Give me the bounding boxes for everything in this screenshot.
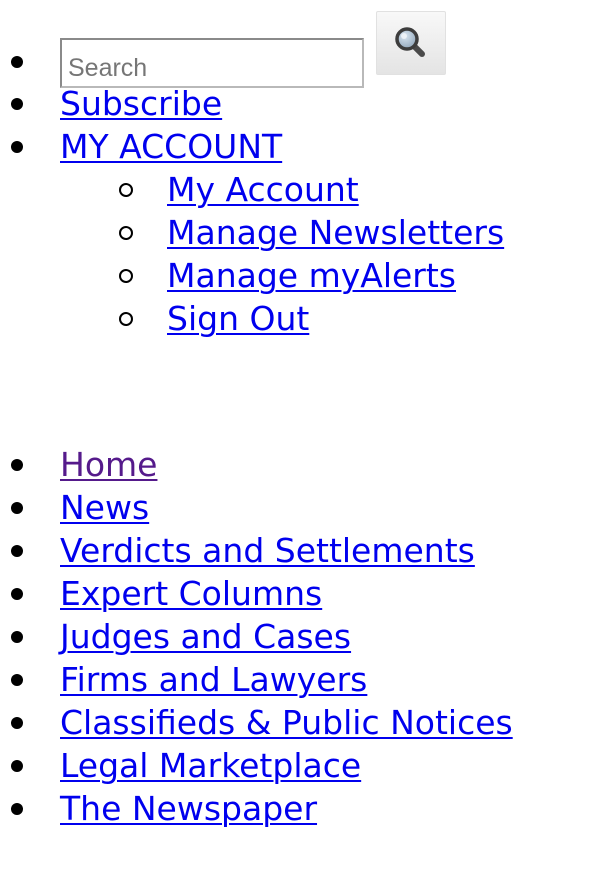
nav-item-news: News — [0, 486, 589, 529]
manage-newsletters-link[interactable]: Manage Newsletters — [167, 213, 504, 252]
nav-item-home: Home — [0, 443, 589, 486]
nav-item-legal-marketplace: Legal Marketplace — [0, 744, 589, 787]
nav-item-judges: Judges and Cases — [0, 615, 589, 658]
submenu-item-sign-out: Sign Out — [60, 297, 589, 340]
account-submenu: My Account Manage Newsletters Manage myA… — [60, 168, 589, 340]
utility-menu: Subscribe MY ACCOUNT My Account Manage N… — [0, 0, 589, 340]
newspaper-link[interactable]: The Newspaper — [60, 789, 317, 828]
magnifier-icon — [395, 27, 425, 57]
legal-marketplace-link[interactable]: Legal Marketplace — [60, 746, 361, 785]
search-input[interactable] — [60, 38, 364, 88]
main-navigation: Home News Verdicts and Settlements Exper… — [0, 443, 589, 830]
expert-columns-link[interactable]: Expert Columns — [60, 574, 322, 613]
manage-myalerts-link[interactable]: Manage myAlerts — [167, 256, 456, 295]
subscribe-link[interactable]: Subscribe — [60, 84, 222, 123]
my-account-sublink[interactable]: My Account — [167, 170, 359, 209]
my-account-link[interactable]: MY ACCOUNT — [60, 127, 282, 166]
submenu-item-manage-newsletters: Manage Newsletters — [60, 211, 589, 254]
nav-item-classifieds: Classifieds & Public Notices — [0, 701, 589, 744]
nav-item-verdicts: Verdicts and Settlements — [0, 529, 589, 572]
news-link[interactable]: News — [60, 488, 149, 527]
judges-link[interactable]: Judges and Cases — [60, 617, 351, 656]
nav-item-expert-columns: Expert Columns — [0, 572, 589, 615]
nav-item-firms: Firms and Lawyers — [0, 658, 589, 701]
home-link[interactable]: Home — [60, 445, 157, 484]
submenu-item-my-account: My Account — [60, 168, 589, 211]
firms-link[interactable]: Firms and Lawyers — [60, 660, 367, 699]
subscribe-item: Subscribe — [0, 82, 589, 125]
nav-item-newspaper: The Newspaper — [0, 787, 589, 830]
sign-out-link[interactable]: Sign Out — [167, 299, 309, 338]
search-item — [0, 0, 589, 88]
search-button[interactable] — [376, 11, 446, 75]
classifieds-link[interactable]: Classifieds & Public Notices — [60, 703, 513, 742]
my-account-item: MY ACCOUNT My Account Manage Newsletters… — [0, 125, 589, 340]
verdicts-link[interactable]: Verdicts and Settlements — [60, 531, 475, 570]
submenu-item-manage-myalerts: Manage myAlerts — [60, 254, 589, 297]
